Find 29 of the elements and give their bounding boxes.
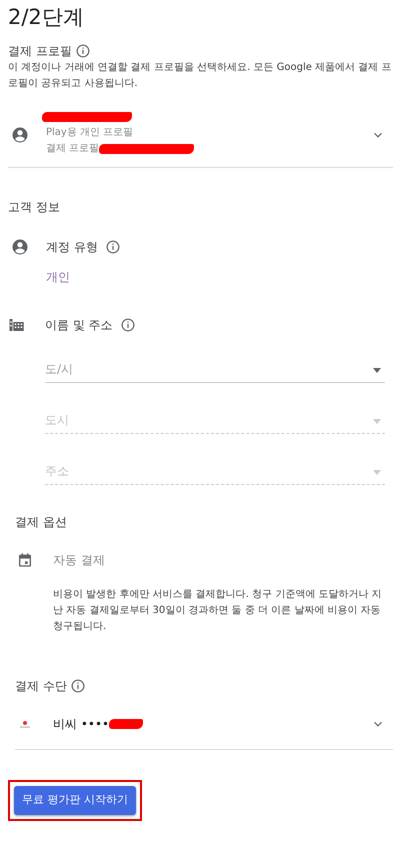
dropdown-caret-icon <box>373 368 381 373</box>
info-icon <box>76 44 90 58</box>
info-icon <box>120 318 135 332</box>
info-icon <box>70 679 85 693</box>
select-field[interactable]: 도/시 <box>45 356 385 383</box>
card-logo-icon <box>19 720 31 728</box>
payment-option: 자동 결제 <box>53 551 105 569</box>
field-label: 계정 유형 <box>46 239 98 256</box>
field-label: 이름 및 주소 <box>45 317 113 334</box>
description-text: 이 계정이나 거래에 연결할 결제 프로필을 선택하세요. 모든 Google 제품에서 결제 프로필이 공유되고 사용됩니다. <box>8 61 392 91</box>
person-icon <box>11 238 29 256</box>
page-title: 2/2단계 <box>8 4 85 31</box>
calendar-icon <box>17 552 33 568</box>
section-title: 고객 정보 <box>8 199 60 216</box>
info-icon <box>106 240 120 254</box>
profile-id-label: 결제 프로필 <box>46 142 100 156</box>
section-title: 결제 옵션 <box>15 514 67 531</box>
dropdown-caret-icon <box>373 419 381 424</box>
start-trial-button[interactable]: 무료 평가판 시작하기 <box>14 786 136 814</box>
building-icon <box>8 316 26 334</box>
description-text: 비용이 발생한 후에만 서비스를 결제합니다. 청구 기준액에 도달하거나 지난 자동 결제일로부터 30일이 경과하면 둘 중 더 이른 날짜에 비용이 자동 청구됩니다. <box>53 588 383 634</box>
card-name: 비씨 •••• <box>53 716 110 733</box>
account-type-value: 개인 <box>46 269 71 286</box>
profile-name: Play용 개인 프로필 <box>46 126 134 140</box>
section-title: 결제 수단 <box>15 678 67 695</box>
dropdown-caret-icon <box>373 470 381 475</box>
person-icon <box>11 126 29 144</box>
section-title: 결제 프로필 <box>8 43 72 60</box>
redaction-mark <box>109 719 144 729</box>
